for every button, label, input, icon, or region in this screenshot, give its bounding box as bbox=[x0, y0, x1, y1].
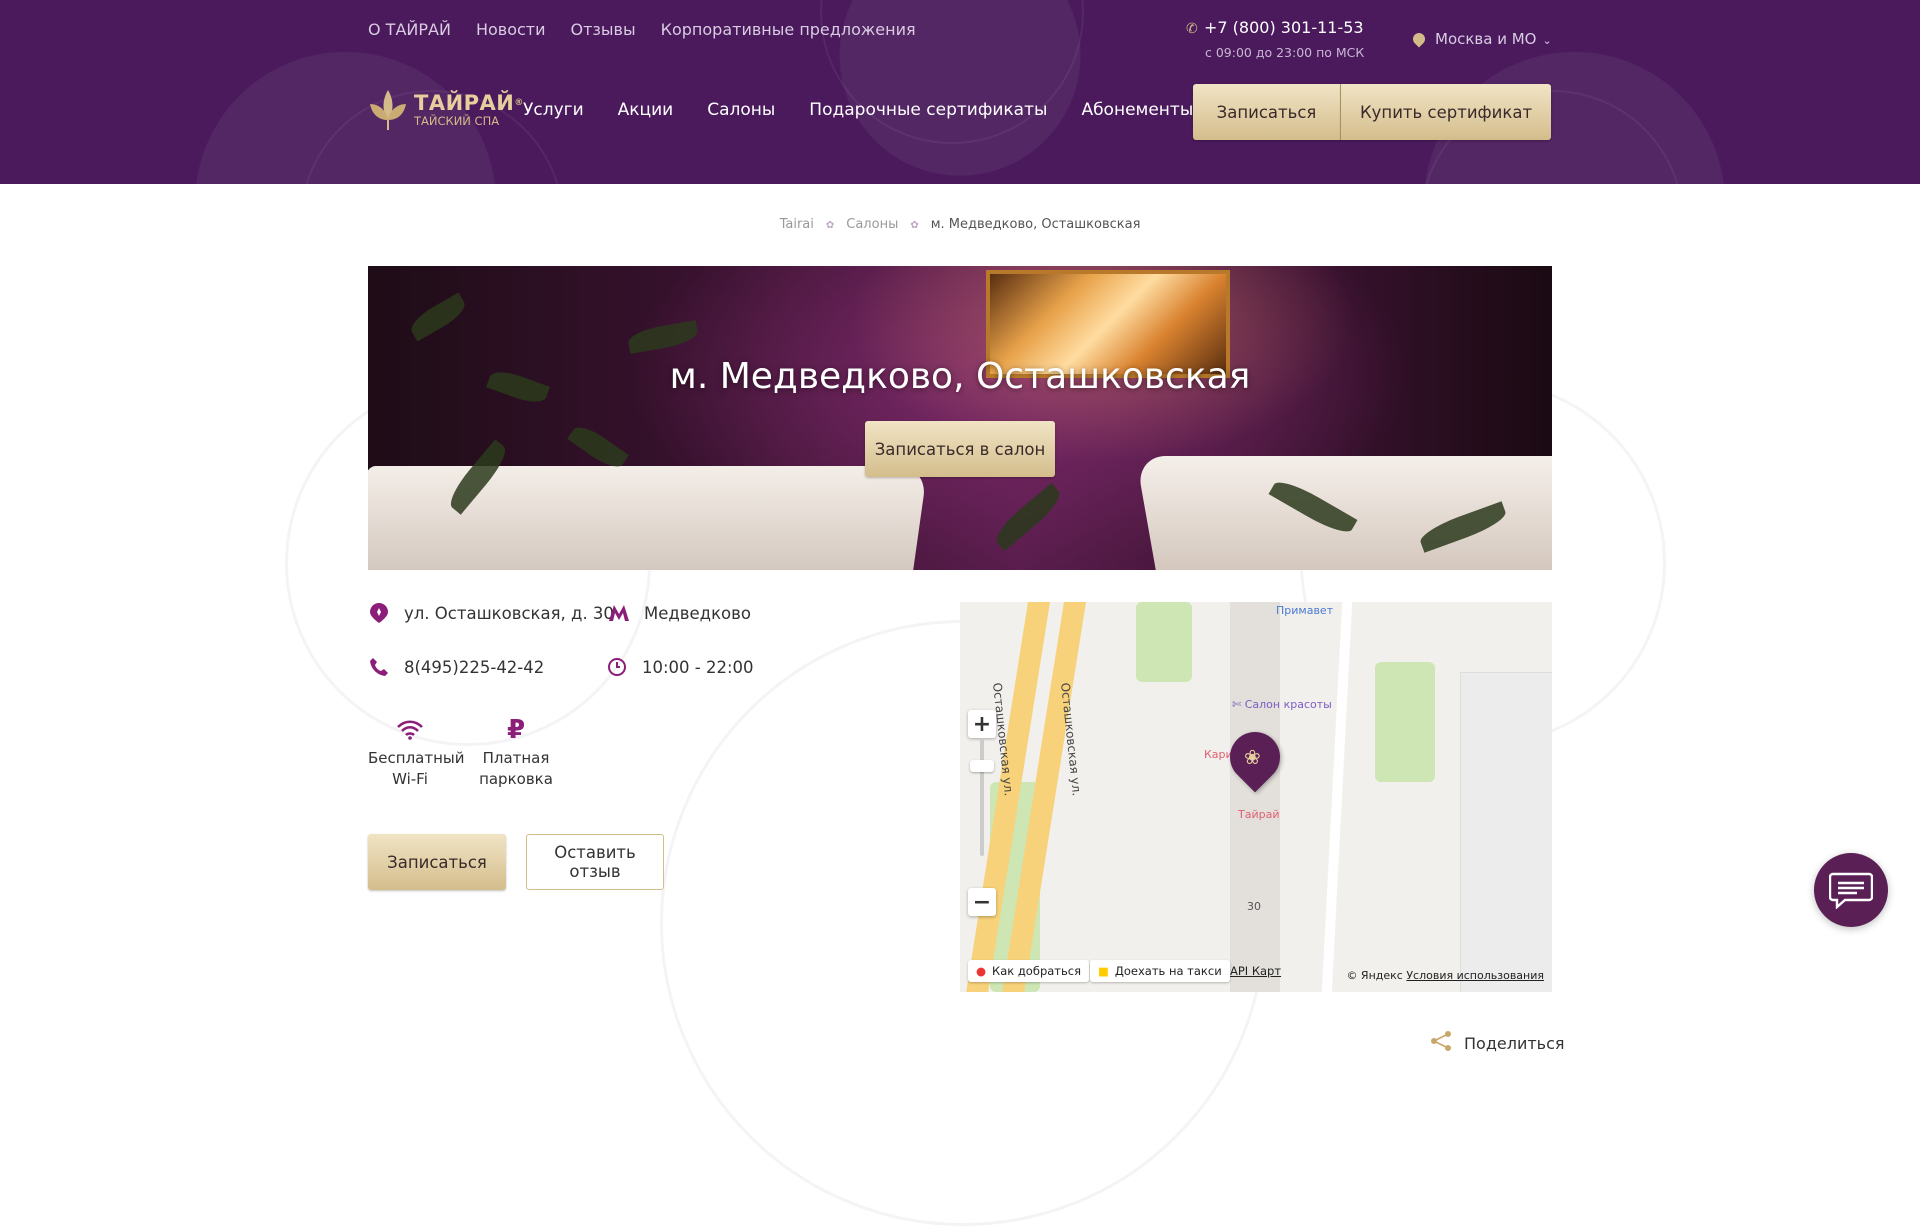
map-poi-beauty-salon-label: Салон красоты bbox=[1244, 698, 1332, 711]
salon-metro: Медведково bbox=[608, 602, 751, 624]
breadcrumb-salons[interactable]: Салоны bbox=[846, 217, 898, 234]
breadcrumb-home[interactable]: Tairai bbox=[780, 217, 814, 234]
route-pin-icon: ● bbox=[976, 964, 987, 978]
breadcrumb: Tairai ✿ Салоны ✿ м. Медведково, Осташко… bbox=[0, 217, 1920, 234]
mainnav-services[interactable]: Услуги bbox=[523, 100, 584, 120]
share-label: Поделиться bbox=[1464, 1034, 1565, 1053]
book-button[interactable]: Записаться bbox=[368, 834, 506, 890]
map-taxi-label: Доехать на такси bbox=[1114, 964, 1222, 978]
map-park bbox=[1375, 662, 1435, 782]
hero-massage-bed bbox=[368, 466, 928, 570]
amenity-parking-line1: Платная bbox=[482, 749, 550, 767]
share-button[interactable]: Поделиться bbox=[1430, 1031, 1565, 1056]
lotus-marker-icon: ❀ bbox=[1244, 745, 1261, 769]
topnav-about[interactable]: О ТАЙРАЙ bbox=[368, 20, 451, 39]
breadcrumb-separator-icon: ✿ bbox=[910, 220, 919, 231]
salon-map[interactable]: Осташковская ул. Осташковская ул. Примав… bbox=[960, 602, 1552, 992]
hero-leaf bbox=[626, 320, 700, 354]
ruble-icon: ₽ bbox=[506, 714, 526, 745]
topnav-corporate[interactable]: Корпоративные предложения bbox=[661, 20, 916, 39]
zoom-slider-track[interactable] bbox=[980, 738, 984, 856]
breadcrumb-current: м. Медведково, Осташковская bbox=[930, 217, 1141, 232]
region-label: Москва и МО bbox=[1435, 30, 1537, 48]
book-salon-button[interactable]: Записаться в салон bbox=[865, 421, 1055, 477]
taxi-icon: ■ bbox=[1098, 964, 1109, 978]
header-phone-hours: с 09:00 до 23:00 по МСК bbox=[1205, 45, 1365, 60]
chat-bubble-icon bbox=[1829, 872, 1873, 909]
site-header: О ТАЙРАЙ Новости Отзывы Корпоративные пр… bbox=[0, 0, 1920, 184]
zoom-in-button[interactable]: + bbox=[968, 710, 996, 738]
hero-title: м. Медведково, Осташковская bbox=[669, 356, 1251, 397]
header-phone-number[interactable]: +7 (800) 301-11-53 bbox=[1204, 18, 1364, 37]
salon-phone-text[interactable]: 8(495)225-42-42 bbox=[404, 658, 544, 677]
amenity-wifi-line1: Бесплатный bbox=[368, 749, 465, 767]
scissors-icon: ✄ bbox=[1232, 698, 1245, 711]
hero-leaf bbox=[406, 292, 470, 342]
salon-hours: 10:00 - 22:00 bbox=[606, 656, 754, 678]
salon-hours-text: 10:00 - 22:00 bbox=[642, 657, 754, 677]
salon-metro-text: Медведково bbox=[644, 603, 751, 623]
lotus-logo-icon bbox=[370, 90, 406, 130]
mainnav-promotions[interactable]: Акции bbox=[618, 100, 674, 120]
map-route-button[interactable]: ● Как добраться bbox=[968, 960, 1090, 982]
mainnav-gift-certificates[interactable]: Подарочные сертификаты bbox=[809, 100, 1047, 120]
phone-icon: ✆ bbox=[1186, 21, 1198, 37]
header-buy-certificate-button[interactable]: Купить сертификат bbox=[1341, 84, 1551, 140]
topnav-news[interactable]: Новости bbox=[476, 20, 546, 39]
amenity-parking: ₽ Платная парковка bbox=[478, 712, 554, 790]
chat-widget-button[interactable] bbox=[1814, 853, 1888, 927]
zoom-out-button[interactable]: − bbox=[968, 888, 996, 916]
map-park bbox=[1136, 602, 1192, 682]
map-terms-link[interactable]: Условия использования bbox=[1406, 969, 1544, 982]
logo[interactable]: ТАЙРАЙ® ТАЙСКИЙ СПА bbox=[368, 88, 524, 132]
hero-leaf bbox=[990, 482, 1066, 552]
logo-name: ТАЙРАЙ bbox=[414, 91, 515, 115]
breadcrumb-separator-icon: ✿ bbox=[825, 220, 835, 231]
map-house-number: 30 bbox=[1247, 900, 1261, 913]
share-icon bbox=[1430, 1031, 1452, 1056]
salon-address-text: ул. Осташковская, д. 30 bbox=[404, 603, 614, 623]
map-taxi-button[interactable]: ■ Доехать на такси bbox=[1090, 960, 1230, 982]
map-building bbox=[1460, 672, 1552, 992]
map-poi-tairai: Тайрай bbox=[1238, 808, 1280, 821]
map-poi-beauty-salon: ✄ Салон красоты bbox=[1232, 698, 1332, 711]
header-book-button[interactable]: Записаться bbox=[1193, 84, 1341, 140]
region-selector[interactable]: Москва и МО ⌄ bbox=[1410, 30, 1552, 48]
amenity-wifi-line2: Wi-Fi bbox=[392, 770, 428, 788]
mainnav-subscriptions[interactable]: Абонементы bbox=[1081, 100, 1193, 120]
salon-address: ул. Осташковская, д. 30 bbox=[368, 602, 614, 624]
leave-review-button[interactable]: Оставить отзыв bbox=[526, 834, 664, 890]
main-nav: Услуги Акции Салоны Подарочные сертифика… bbox=[523, 100, 1193, 120]
salon-phone[interactable]: 8(495)225-42-42 bbox=[368, 656, 544, 678]
map-copyright-text: © Яндекс bbox=[1346, 969, 1403, 982]
map-building bbox=[1230, 602, 1280, 992]
wifi-icon bbox=[368, 712, 452, 748]
salon-hero-banner: м. Медведково, Осташковская Записаться в… bbox=[368, 266, 1552, 570]
location-pin-icon bbox=[368, 602, 390, 624]
header-buttons: Записаться Купить сертификат bbox=[1193, 84, 1551, 140]
topnav-reviews[interactable]: Отзывы bbox=[571, 20, 636, 39]
amenity-wifi: Бесплатный Wi-Fi bbox=[368, 712, 465, 790]
map-poi-kari: Кари bbox=[1204, 748, 1233, 761]
amenity-parking-line2: парковка bbox=[479, 770, 553, 788]
logo-tagline: ТАЙСКИЙ СПА bbox=[414, 114, 500, 128]
map-poi-primavet: Примавет bbox=[1276, 604, 1334, 617]
metro-icon bbox=[608, 602, 630, 624]
top-nav: О ТАЙРАЙ Новости Отзывы Корпоративные пр… bbox=[368, 20, 916, 39]
map-copyright: © Яндекс Условия использования bbox=[1346, 969, 1544, 982]
location-pin-icon bbox=[1410, 30, 1428, 48]
zoom-slider-handle[interactable] bbox=[970, 760, 994, 772]
map-api-link[interactable]: API Карт bbox=[1222, 960, 1289, 982]
map-route-label: Как добраться bbox=[992, 964, 1082, 978]
phone-icon bbox=[368, 656, 390, 678]
chevron-down-icon: ⌄ bbox=[1542, 34, 1552, 47]
header-phone[interactable]: ✆ +7 (800) 301-11-53 bbox=[1186, 18, 1364, 37]
map-road bbox=[1321, 602, 1353, 992]
clock-icon bbox=[606, 656, 628, 678]
mainnav-salons[interactable]: Салоны bbox=[707, 100, 775, 120]
